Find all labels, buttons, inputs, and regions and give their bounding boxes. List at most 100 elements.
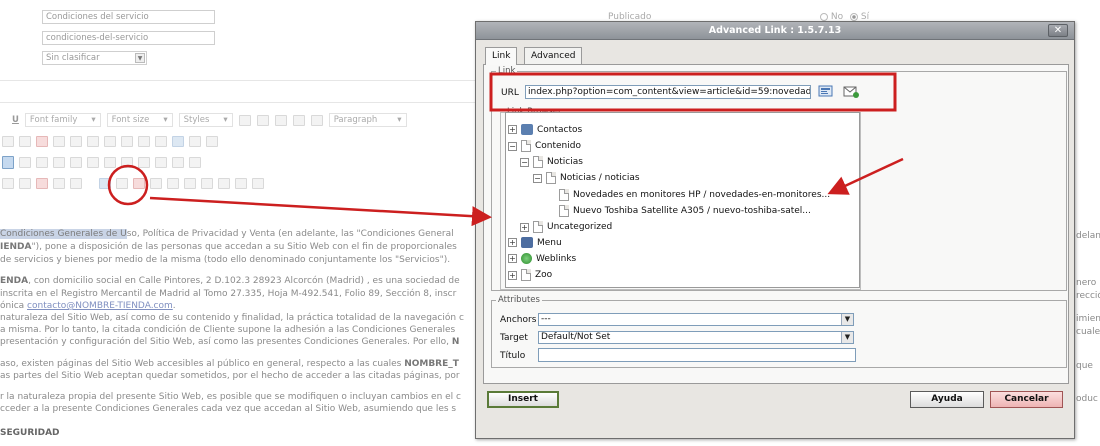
paste-icon[interactable] xyxy=(87,135,99,147)
tree-label: Weblinks xyxy=(536,253,577,264)
tree-node-menu[interactable]: + Menu xyxy=(508,237,562,248)
radio-si[interactable] xyxy=(850,12,858,21)
category-select[interactable]: Sin clasificar ▼ xyxy=(42,51,147,65)
number-list-icon[interactable] xyxy=(155,135,167,147)
underline-icon[interactable]: U xyxy=(12,115,19,125)
content-line: de servicios y bienes por medio de la mi… xyxy=(0,255,451,265)
tab-advanced[interactable]: Advanced xyxy=(524,47,583,64)
layer-backward-icon[interactable] xyxy=(184,177,196,189)
content-line: oduc xyxy=(1076,394,1098,404)
fullscreen-icon[interactable] xyxy=(2,155,14,169)
browse-icon[interactable] xyxy=(818,85,834,98)
content-line: delan xyxy=(1076,231,1100,241)
edit-icon[interactable] xyxy=(19,156,31,168)
expand-icon[interactable]: + xyxy=(508,254,517,263)
merge-icon[interactable] xyxy=(87,156,99,168)
tree-node-uncategorized[interactable]: + Uncategorized xyxy=(520,221,612,233)
url-input[interactable]: index.php?option=com_content&view=articl… xyxy=(525,85,811,99)
layer-icon[interactable] xyxy=(150,177,162,189)
tree-node-noticias[interactable]: − Noticias xyxy=(520,156,583,168)
alias-field[interactable]: condiciones-del-servicio xyxy=(42,31,215,45)
cut-icon[interactable] xyxy=(70,135,82,147)
advanced-link-icon[interactable] xyxy=(99,177,111,189)
radio-no[interactable] xyxy=(820,12,828,21)
find-icon[interactable] xyxy=(2,135,14,147)
tree-label: Nuevo Toshiba Satellite A305 / nuevo-tos… xyxy=(573,206,811,216)
superscript-icon[interactable] xyxy=(172,156,184,168)
anchors-label: Anchors xyxy=(500,315,537,325)
table-icon[interactable] xyxy=(36,156,48,168)
font-size-select[interactable]: Font size ▾ xyxy=(106,113,173,127)
collapse-icon[interactable]: − xyxy=(508,141,517,151)
bullet-list-icon[interactable] xyxy=(138,135,150,147)
anchors-select[interactable]: --- ▼ xyxy=(538,313,854,326)
insert-button[interactable]: Insert xyxy=(487,391,559,408)
cancel-button[interactable]: Cancelar xyxy=(990,391,1063,408)
template-icon[interactable] xyxy=(70,177,82,189)
unlink-icon[interactable] xyxy=(116,177,128,189)
eraser-icon[interactable] xyxy=(206,135,218,147)
redo-icon[interactable] xyxy=(121,135,133,147)
tree-node-article[interactable]: Novedades en monitores HP / novedades-en… xyxy=(559,189,830,201)
subscript-icon[interactable] xyxy=(155,156,167,168)
page-icon xyxy=(559,189,569,201)
strikethrough-icon[interactable] xyxy=(36,177,48,189)
spellcheck-icon[interactable] xyxy=(238,114,251,126)
collapse-icon[interactable]: − xyxy=(520,157,529,167)
expand-icon[interactable]: + xyxy=(508,125,517,134)
preview-icon[interactable] xyxy=(218,177,230,189)
tree-node-contactos[interactable]: + Contactos xyxy=(508,124,582,135)
chevron-down-icon: ▼ xyxy=(841,314,853,325)
acronym-icon[interactable] xyxy=(19,177,31,189)
dialog-title: Advanced Link : 1.5.7.13 xyxy=(708,25,842,36)
font-family-select[interactable]: Font family ▾ xyxy=(24,113,101,127)
tab-link[interactable]: Link xyxy=(485,47,518,65)
format-select[interactable]: Paragraph ▾ xyxy=(328,113,407,127)
row-icon[interactable] xyxy=(53,156,65,168)
collapse-icon[interactable]: − xyxy=(533,173,542,183)
highlight-icon[interactable] xyxy=(53,135,65,147)
align-justify-icon[interactable] xyxy=(310,114,323,126)
layer-forward-icon[interactable] xyxy=(167,177,179,189)
absolute-icon[interactable] xyxy=(201,177,213,189)
email-link[interactable]: contacto@NOMBRE-TIENDA.com xyxy=(27,301,173,311)
hr-icon[interactable] xyxy=(121,156,133,168)
code-icon[interactable] xyxy=(235,177,247,189)
align-right-icon[interactable] xyxy=(292,114,305,126)
dialog-titlebar[interactable]: Advanced Link : 1.5.7.13 xyxy=(476,22,1074,40)
cleanup-icon[interactable] xyxy=(189,135,201,147)
titulo-input[interactable] xyxy=(538,348,856,362)
close-icon[interactable]: ✕ xyxy=(1048,24,1068,37)
expand-icon[interactable]: + xyxy=(508,238,517,247)
link-browser-tree[interactable]: + Contactos − Contenido − Noticias − Not… xyxy=(505,112,860,288)
tree-node-noticias-noticias[interactable]: − Noticias / noticias xyxy=(533,172,640,184)
tree-node-article[interactable]: Nuevo Toshiba Satellite A305 / nuevo-tos… xyxy=(559,205,811,217)
abbr-icon[interactable] xyxy=(2,177,14,189)
flash-icon[interactable] xyxy=(133,177,145,189)
title-field[interactable]: Condiciones del servicio xyxy=(42,10,215,24)
undo-icon[interactable] xyxy=(104,135,116,147)
visualaid-icon[interactable] xyxy=(252,177,264,189)
align-center-icon[interactable] xyxy=(274,114,287,126)
help-button[interactable]: Ayuda xyxy=(910,391,984,408)
titulo-label: Título xyxy=(500,351,526,361)
font-color-icon[interactable] xyxy=(36,135,48,147)
replace-icon[interactable] xyxy=(19,135,31,147)
column-icon[interactable] xyxy=(70,156,82,168)
styles-select[interactable]: Styles ▾ xyxy=(178,113,233,127)
media-icon[interactable] xyxy=(53,177,65,189)
expand-icon[interactable]: + xyxy=(520,222,529,232)
anchor-icon[interactable] xyxy=(172,135,184,147)
split-icon[interactable] xyxy=(104,156,116,168)
tree-node-zoo[interactable]: + Zoo xyxy=(508,269,552,281)
target-select[interactable]: Default/Not Set ▼ xyxy=(538,331,854,344)
omega-icon[interactable] xyxy=(189,156,201,168)
print-icon[interactable] xyxy=(138,156,150,168)
email-icon[interactable] xyxy=(843,85,859,98)
tree-node-contenido[interactable]: − Contenido xyxy=(508,140,581,152)
align-left-icon[interactable] xyxy=(256,114,269,126)
expand-icon[interactable]: + xyxy=(508,270,517,280)
content-line: r la naturaleza propia del presente Siti… xyxy=(0,392,461,402)
tree-node-weblinks[interactable]: + Weblinks xyxy=(508,253,576,264)
font-family-label: Font family xyxy=(29,115,78,125)
